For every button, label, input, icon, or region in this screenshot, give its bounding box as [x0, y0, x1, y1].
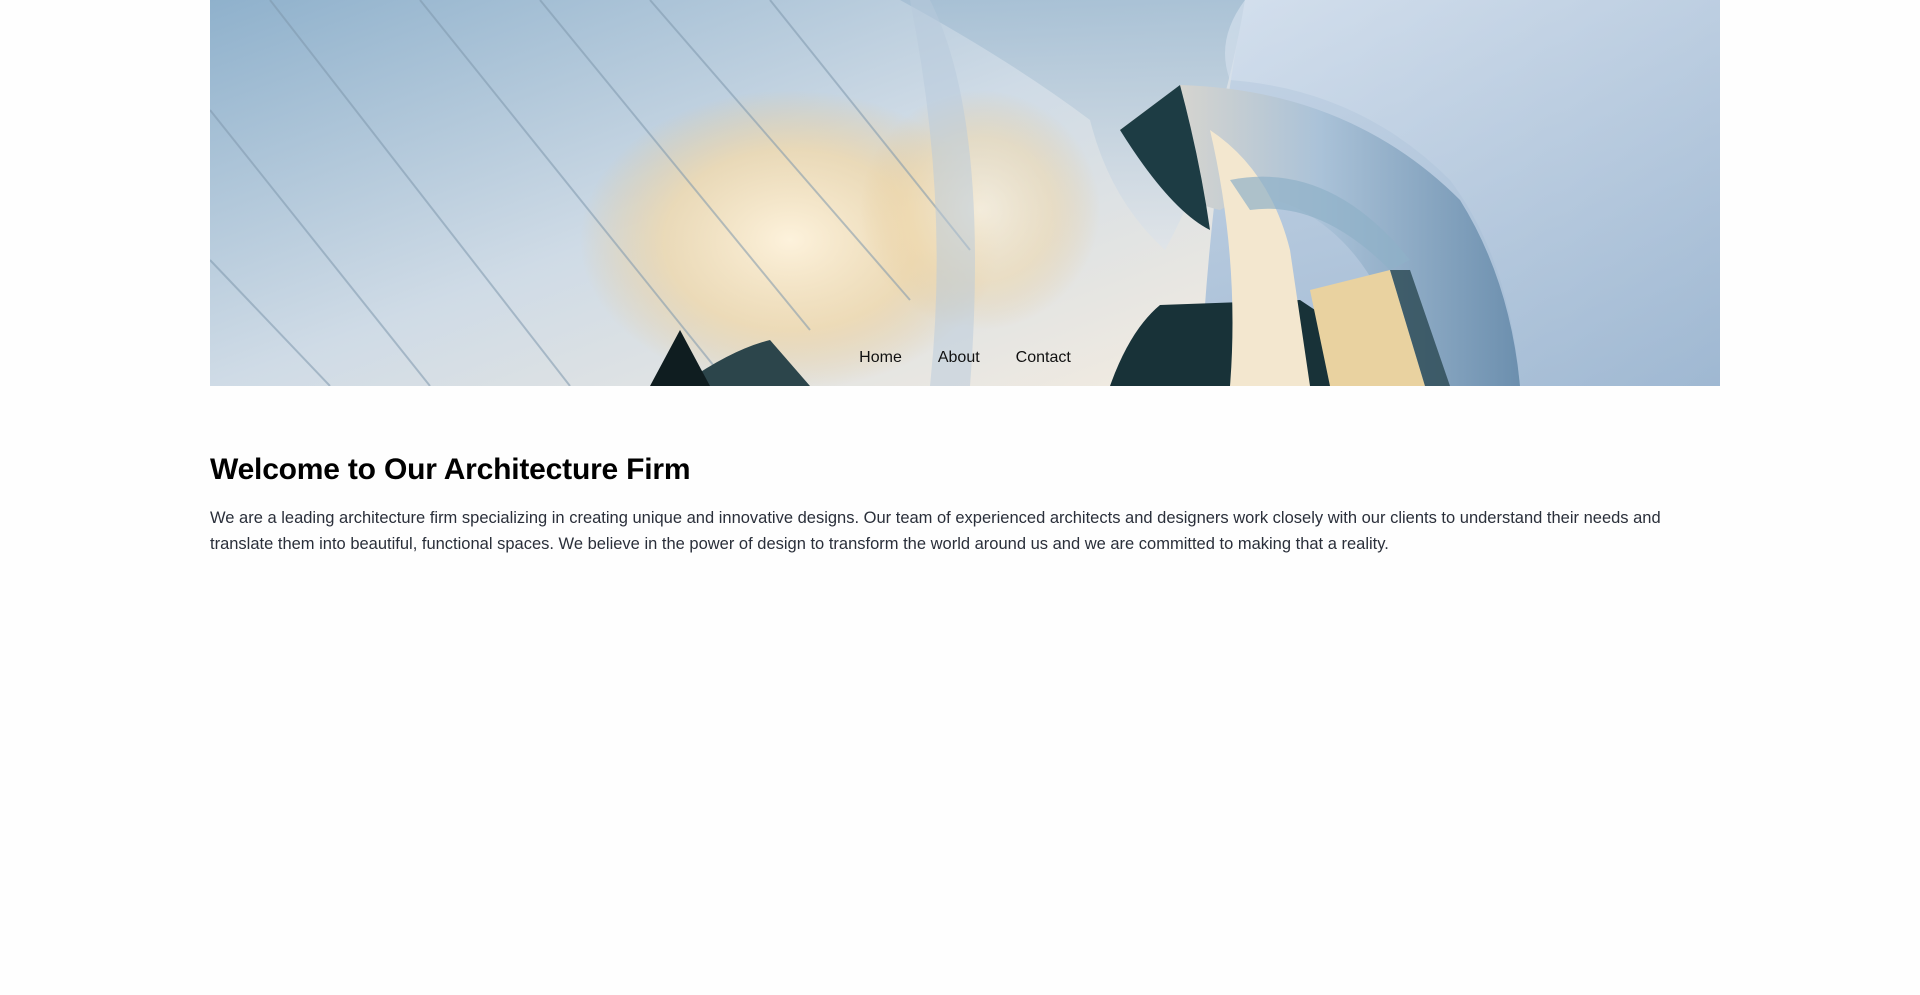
main-navigation: Home About Contact	[210, 347, 1720, 369]
architecture-hero-image	[210, 0, 1720, 386]
nav-link-about[interactable]: About	[938, 347, 980, 369]
page-container: Home About Contact Welcome to Our Archit…	[210, 0, 1720, 553]
nav-link-home[interactable]: Home	[859, 347, 902, 369]
nav-link-contact[interactable]: Contact	[1016, 347, 1071, 369]
main-content: Welcome to Our Architecture Firm We are …	[210, 445, 1720, 557]
page-title: Welcome to Our Architecture Firm	[210, 453, 691, 486]
intro-paragraph: We are a leading architecture firm speci…	[210, 509, 1661, 553]
hero-banner: Home About Contact	[210, 0, 1720, 386]
